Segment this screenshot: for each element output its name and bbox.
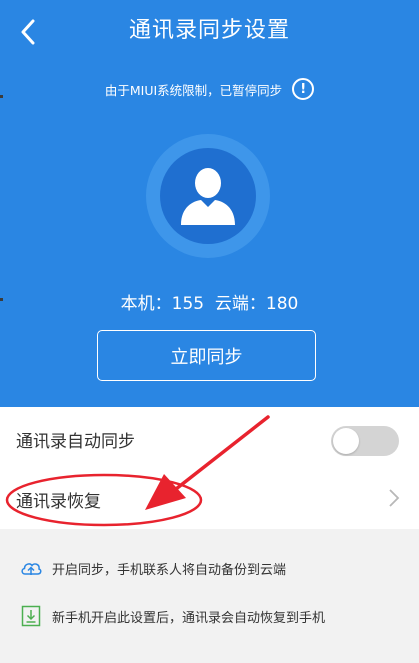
header-bar: 通讯录同步设置: [0, 0, 419, 64]
tip-text: 新手机开启此设置后，通讯录会自动恢复到手机: [52, 610, 326, 626]
sync-settings-page: 通讯录同步设置 由于MIUI系统限制，已暂停同步 ! 本机：155 云端：180…: [0, 0, 419, 663]
restore-label: 通讯录恢复: [16, 491, 101, 512]
tips-area: [0, 529, 419, 663]
hero-panel: 通讯录同步设置 由于MIUI系统限制，已暂停同步 ! 本机：155 云端：180…: [0, 0, 419, 407]
sync-paused-notice: 由于MIUI系统限制，已暂停同步 !: [0, 78, 419, 100]
sync-now-button[interactable]: 立即同步: [97, 330, 316, 381]
auto-sync-label: 通讯录自动同步: [16, 432, 135, 452]
page-title: 通讯录同步设置: [128, 18, 290, 43]
tip-item: 开启同步，手机联系人将自动备份到云端: [20, 557, 286, 579]
toggle-knob: [333, 428, 359, 454]
info-icon[interactable]: !: [292, 78, 315, 100]
auto-sync-toggle[interactable]: [331, 426, 399, 456]
download-box-icon: [20, 605, 42, 627]
avatar-circle: [160, 148, 256, 244]
tip-text: 开启同步，手机联系人将自动备份到云端: [52, 562, 287, 578]
person-icon: [181, 168, 235, 225]
cloud-upload-icon: [20, 557, 42, 579]
settings-row-auto-sync[interactable]: 通讯录自动同步: [0, 410, 419, 470]
avatar: [146, 134, 270, 258]
tip-item: 新手机开启此设置后，通讯录会自动恢复到手机: [20, 605, 325, 627]
notice-text: 由于MIUI系统限制，已暂停同步: [104, 82, 283, 98]
chevron-right-icon: [389, 489, 400, 507]
settings-row-restore[interactable]: 通讯录恢复: [0, 469, 419, 529]
contact-counts: 本机：155 云端：180: [120, 294, 299, 314]
